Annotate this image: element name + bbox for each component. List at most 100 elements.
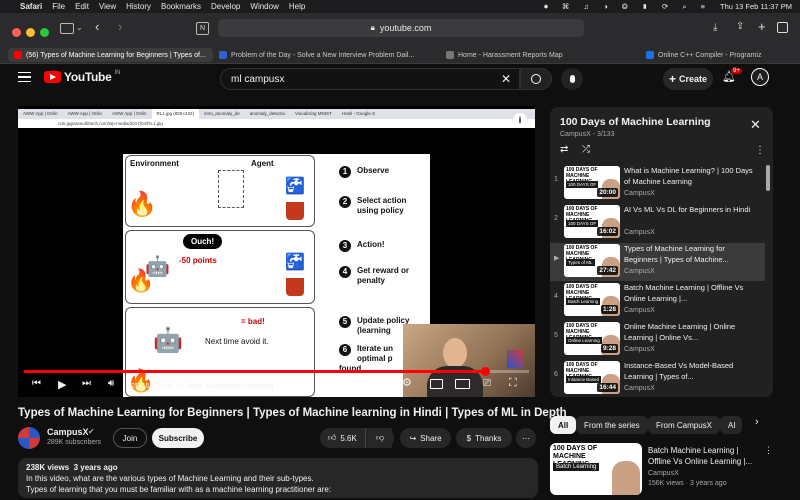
chip-all[interactable]: All [550, 416, 577, 434]
more-actions-button[interactable]: ⋯ [516, 428, 536, 448]
menu-item-history[interactable]: History [126, 2, 151, 11]
tab-programiz[interactable]: Online C++ Compiler - Programiz [640, 48, 800, 62]
description-box[interactable]: 238K views 3 years ago In this video, wh… [18, 458, 538, 498]
forward-icon[interactable]: › [118, 19, 122, 34]
channel-name[interactable]: CampusX [47, 427, 89, 437]
zoom-window-button[interactable] [40, 28, 49, 37]
close-playlist-icon[interactable]: ✕ [750, 117, 761, 133]
minimize-window-button[interactable] [26, 28, 35, 37]
youtube-favicon-icon [14, 51, 22, 59]
hamburger-menu-icon[interactable] [18, 72, 31, 82]
video-progress-track[interactable] [24, 367, 529, 376]
playlist-item[interactable]: 6 100 DAYS OF MACHINE LEARNING Instance … [550, 360, 765, 397]
playlist-scrollbar[interactable] [766, 165, 770, 191]
chip-from-campusx[interactable]: From CampusX [648, 416, 721, 434]
cast-icon[interactable]: ⎚ [483, 378, 491, 389]
region-code: IN [114, 70, 121, 76]
video-info-icon[interactable]: i [513, 113, 527, 127]
youtube-logo-text: YouTube [64, 70, 112, 84]
voice-search-button[interactable] [561, 68, 583, 90]
clear-search-icon[interactable]: ✕ [501, 72, 511, 86]
rl-diagram-slide: Environment Agent 🔥 🚰 Ouch! -50 points 🔥… [123, 154, 430, 397]
notification-count-badge: 9+ [731, 68, 742, 74]
tab-overview-icon[interactable] [777, 22, 788, 33]
tab-harassment-map[interactable]: Home - Harassment Reports Map [440, 48, 640, 62]
subtitles-icon[interactable] [376, 379, 389, 389]
playlist-item-title: AI Vs ML Vs DL for Beginners in Hindi [624, 205, 751, 214]
download-icon[interactable]: ⤓ [713, 22, 717, 33]
tab-problem-of-day[interactable]: Problem of the Day - Solve a New Intervi… [213, 48, 431, 62]
menu-item-edit[interactable]: Edit [75, 2, 89, 11]
avatar[interactable]: A [751, 68, 769, 86]
playlist-item[interactable]: 2 100 DAYS OF MACHINE LEARNING 100 DAYS … [550, 204, 765, 242]
fullscreen-icon[interactable]: ⛶ [509, 377, 517, 390]
next-button[interactable]: ⏭︎ [82, 378, 91, 389]
search-button[interactable] [520, 68, 552, 90]
bad-label: = bad! [241, 317, 265, 326]
youtube-header: YouTube IN ml campusx ✕ + Create 🔔︎ 9+ A [0, 64, 800, 94]
tab-youtube[interactable]: (56) Types of Machine Learning for Begin… [8, 48, 213, 62]
clock[interactable]: Thu 13 Feb 11:37 PM [720, 2, 792, 11]
playlist-item[interactable]: 4 100 DAYS OF MACHINE LEARNING Batch Lea… [550, 282, 765, 320]
join-button[interactable]: Join [113, 428, 147, 448]
chips-next-chevron-icon[interactable]: › [755, 416, 759, 428]
subscribe-button[interactable]: Subscribe [152, 428, 204, 448]
playlist-item-index: 6 [554, 371, 558, 378]
chevron-down-icon[interactable]: ⌄ [76, 23, 83, 32]
menu-item-safari[interactable]: Safari [20, 2, 42, 11]
back-icon[interactable]: ‹ [95, 19, 99, 34]
new-tab-icon[interactable]: + [758, 19, 766, 34]
water-tap-icon-2: 🚰 [285, 254, 305, 271]
menu-item-file[interactable]: File [52, 2, 65, 11]
menu-item-bookmarks[interactable]: Bookmarks [161, 2, 201, 11]
play-button[interactable]: ▶︎ [58, 378, 66, 391]
video-player[interactable]: AWW App | Onlin AWW App | Onlin AWW App … [18, 106, 535, 397]
share-icon[interactable]: ⇪ [736, 21, 744, 32]
thanks-button[interactable]: $ Thanks [456, 428, 512, 448]
settings-gear-icon[interactable]: ⚙︎ [402, 376, 412, 389]
playlist-item-index: ▶ [554, 255, 560, 262]
dislike-button[interactable]: 👎︎ [365, 428, 394, 448]
youtube-logo[interactable]: YouTube IN [44, 70, 120, 84]
shuffle-icon[interactable]: ⤮ [582, 144, 590, 155]
chapter-button[interactable]: • Semi Supervised Learning › [180, 381, 279, 390]
playlist-item-channel: CampusX [624, 346, 655, 353]
ouch-bubble: Ouch! [183, 234, 223, 249]
video-scrubber-handle[interactable] [481, 367, 490, 376]
search-input[interactable]: ml campusx ✕ [220, 68, 520, 90]
recommended-more-icon[interactable]: ⋮ [764, 445, 773, 456]
theater-mode-icon[interactable] [455, 379, 470, 389]
create-button[interactable]: + Create [663, 68, 713, 90]
close-window-button[interactable] [12, 28, 21, 37]
menu-item-help[interactable]: Help [289, 2, 305, 11]
fire-icon: 🔥 [127, 191, 157, 218]
more-vertical-icon[interactable]: ⋮ [755, 145, 765, 156]
search-query: ml campusx [231, 73, 285, 85]
menu-item-develop[interactable]: Develop [211, 2, 240, 11]
share-button[interactable]: ↪︎ Share [400, 428, 451, 448]
url-text: youtube.com [379, 23, 432, 33]
miniplayer-icon[interactable] [430, 379, 443, 389]
recommended-video[interactable]: 100 DAYS OF MACHINE LEARNING Batch Learn… [550, 443, 773, 498]
volume-icon[interactable]: 🔊︎ [108, 378, 114, 389]
bucket-icon-2 [286, 278, 304, 296]
chip-ai[interactable]: AI [720, 416, 742, 434]
playlist-item-duration: 1:28 [600, 305, 618, 314]
sidebar-toggle-icon[interactable] [60, 23, 74, 34]
playlist-item-channel: CampusX [624, 190, 655, 197]
previous-button[interactable]: ⏮︎ [32, 378, 41, 389]
extension-icon[interactable]: N [196, 22, 209, 35]
playlist-item[interactable]: ▶ 100 DAYS OF MACHINE LEARNING Types of … [550, 243, 765, 281]
loop-icon[interactable]: ⇄ [560, 144, 568, 155]
menu-item-view[interactable]: View [99, 2, 116, 11]
channel-avatar[interactable] [18, 427, 40, 449]
status-icons[interactable]: ⏺ ⌘ ♫ ◑ ◎ ▮ ⟳ ⌕ ≡ [544, 2, 711, 12]
address-bar[interactable]: 🔒︎ youtube.com [218, 19, 584, 37]
menu-item-window[interactable]: Window [250, 2, 278, 11]
playlist-title[interactable]: 100 Days of Machine Learning [560, 116, 711, 128]
playlist-item[interactable]: 5 100 DAYS OF MACHINE LEARNING Online Le… [550, 321, 765, 359]
chip-from-series[interactable]: From the series [576, 416, 648, 434]
gfg-favicon-icon [219, 51, 227, 59]
playlist-item[interactable]: 1 100 DAYS OF MACHINE LEARNING 100 DAYS … [550, 165, 765, 203]
robot-icon [218, 170, 244, 208]
